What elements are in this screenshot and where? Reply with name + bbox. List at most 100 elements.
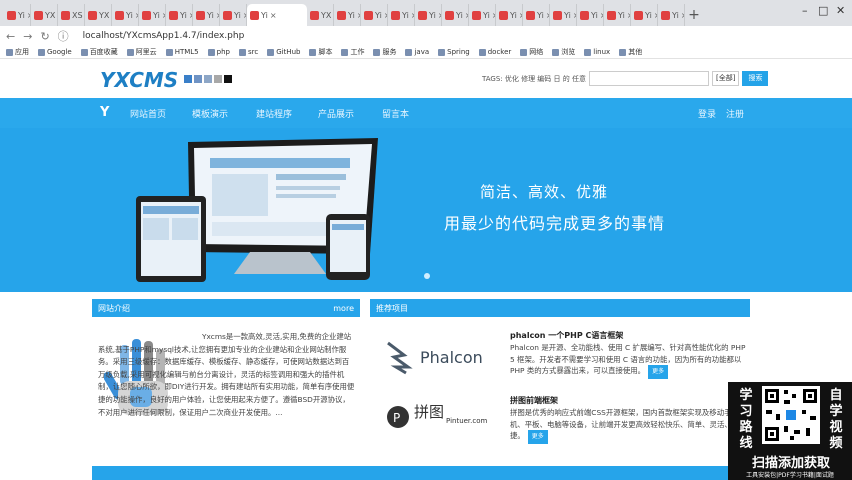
back-icon[interactable]: ←: [6, 30, 15, 43]
phalcon-logo-text: Phalcon: [420, 348, 483, 367]
tab-favicon-icon: [61, 10, 70, 20]
browser-tab[interactable]: Yi×: [415, 4, 442, 26]
new-tab-icon[interactable]: +: [685, 4, 703, 26]
nav-login-link[interactable]: 登录: [698, 107, 716, 120]
ad-sub-text: 工具安装包|PDF学习书籍|面试题: [746, 472, 834, 479]
bookmark-item[interactable]: Spring: [438, 48, 470, 56]
bookmark-item[interactable]: java: [405, 48, 429, 56]
bookmark-folder-icon: [165, 48, 173, 56]
qr-ad-overlay[interactable]: 学习路线 自学视频 扫描添加获取 工具安装包|PDF学习书籍|面试题: [728, 382, 852, 480]
intro-more-link[interactable]: more: [333, 304, 354, 313]
tab-favicon-icon: [472, 10, 481, 20]
tab-label: YX: [321, 10, 332, 20]
ad-left-text: 学习路线: [739, 388, 753, 451]
project-title-phalcon[interactable]: phalcon 一个PHP C语言框架: [510, 330, 623, 341]
bookmark-item[interactable]: 浏览: [552, 47, 575, 57]
tab-favicon-icon: [169, 10, 178, 20]
maximize-icon[interactable]: □: [818, 4, 828, 17]
bookmark-item[interactable]: 工作: [341, 47, 364, 57]
browser-tab[interactable]: Yi×: [193, 4, 220, 26]
bookmark-label: docker: [487, 48, 512, 56]
projects-panel-title: 推荐项目: [376, 303, 408, 313]
browser-tab[interactable]: Yi×: [247, 4, 307, 26]
bookmark-item[interactable]: GitHub: [267, 48, 300, 56]
search-button[interactable]: 搜索: [742, 71, 769, 86]
bookmark-item[interactable]: HTML5: [165, 48, 199, 56]
project-title-pintuer[interactable]: 拼图前端框架: [510, 395, 558, 406]
browser-tab[interactable]: Yi×: [334, 4, 361, 26]
banner-subline: 用最少的代码完成更多的事情: [444, 214, 666, 233]
browser-tab[interactable]: Yi×: [604, 4, 631, 26]
site-logo[interactable]: YXCMS: [100, 68, 233, 92]
tab-close-icon[interactable]: ×: [270, 11, 277, 20]
bookmark-item[interactable]: 其他: [619, 47, 642, 57]
reload-icon[interactable]: ↻: [40, 30, 49, 43]
bookmark-label: HTML5: [174, 48, 199, 56]
browser-tab[interactable]: Yi×: [577, 4, 604, 26]
url-field[interactable]: localhost/YXcmsApp1.4.7/index.php: [83, 31, 245, 41]
browser-tab[interactable]: YX×: [31, 4, 58, 26]
project-desc-phalcon: Phalcon 是开源、全功能栈、使用 C 扩展编写、针对高性能优化的 PHP …: [510, 342, 746, 379]
browser-tab[interactable]: Yi×: [220, 4, 247, 26]
browser-tab[interactable]: YX×: [85, 4, 112, 26]
search-input[interactable]: [588, 71, 709, 86]
pintuer-logo[interactable]: P 拼图 Pintuer.com: [384, 399, 499, 437]
browser-tab[interactable]: XS×: [58, 4, 85, 26]
nav-item-program[interactable]: 建站程序: [256, 107, 292, 120]
nav-item-guestbook[interactable]: 留言本: [382, 107, 409, 120]
close-window-icon[interactable]: ✕: [836, 4, 845, 17]
intro-panel-header: 网站介绍 more: [92, 299, 360, 317]
search-scope-select[interactable]: [全部]: [711, 71, 740, 86]
bookmark-item[interactable]: Google: [38, 48, 72, 56]
bookmark-item[interactable]: 服务: [373, 47, 396, 57]
nav-register-link[interactable]: 注册: [726, 107, 744, 120]
browser-tab[interactable]: Yi×: [4, 4, 31, 26]
nav-logo-icon[interactable]: Y: [100, 105, 109, 120]
browser-tab[interactable]: Yi×: [388, 4, 415, 26]
project-more-button[interactable]: 更多: [648, 365, 669, 379]
tab-favicon-icon: [115, 10, 124, 20]
bookmark-item[interactable]: 脚本: [309, 47, 332, 57]
tab-favicon-icon: [607, 10, 616, 20]
bookmark-item[interactable]: 应用: [6, 47, 29, 57]
browser-tab[interactable]: Yi×: [523, 4, 550, 26]
forward-icon[interactable]: →: [23, 30, 32, 43]
bookmark-label: GitHub: [276, 48, 301, 56]
browser-tab[interactable]: Yi×: [658, 4, 685, 26]
nav-item-home[interactable]: 网站首页: [130, 107, 166, 120]
tab-label: Yi: [456, 10, 463, 20]
bookmark-item[interactable]: src: [238, 48, 258, 56]
browser-tab[interactable]: Yi×: [442, 4, 469, 26]
bookmark-folder-icon: [6, 48, 13, 56]
minimize-icon[interactable]: –: [802, 4, 808, 17]
browser-tab[interactable]: Yi×: [496, 4, 523, 26]
bookmark-folder-icon: [520, 48, 528, 56]
browser-tab[interactable]: Yi×: [550, 4, 577, 26]
phalcon-logo[interactable]: Phalcon: [384, 337, 499, 375]
bookmark-label: 百度收藏: [89, 48, 118, 56]
browser-tab[interactable]: Yi×: [631, 4, 658, 26]
nav-item-templates[interactable]: 模板演示: [192, 107, 228, 120]
bookmark-item[interactable]: docker: [478, 48, 512, 56]
bookmark-item[interactable]: php: [207, 48, 230, 56]
nav-item-products[interactable]: 产品展示: [318, 107, 354, 120]
browser-tab[interactable]: Yi×: [139, 4, 166, 26]
bookmark-item[interactable]: 百度收藏: [80, 47, 118, 57]
bookmark-item[interactable]: linux: [584, 48, 610, 56]
browser-tab[interactable]: YX×: [307, 4, 334, 26]
carousel-dot[interactable]: [424, 273, 430, 279]
bookmark-item[interactable]: 阿里云: [126, 47, 157, 57]
bookmark-folder-icon: [309, 48, 317, 56]
project-more-button[interactable]: 更多: [527, 430, 548, 444]
tab-favicon-icon: [445, 10, 454, 20]
browser-tab[interactable]: Yi×: [112, 4, 139, 26]
browser-tab[interactable]: Yi×: [166, 4, 193, 26]
logo-square: [194, 74, 203, 83]
bookmark-item[interactable]: 网络: [520, 47, 543, 57]
browser-tab[interactable]: Yi×: [469, 4, 496, 26]
info-icon: ⓘ: [57, 30, 69, 43]
bookmark-folder-icon: [38, 48, 45, 56]
bookmark-label: Google: [47, 48, 72, 56]
bookmark-label: java: [414, 48, 430, 56]
browser-tab[interactable]: Yi×: [361, 4, 388, 26]
